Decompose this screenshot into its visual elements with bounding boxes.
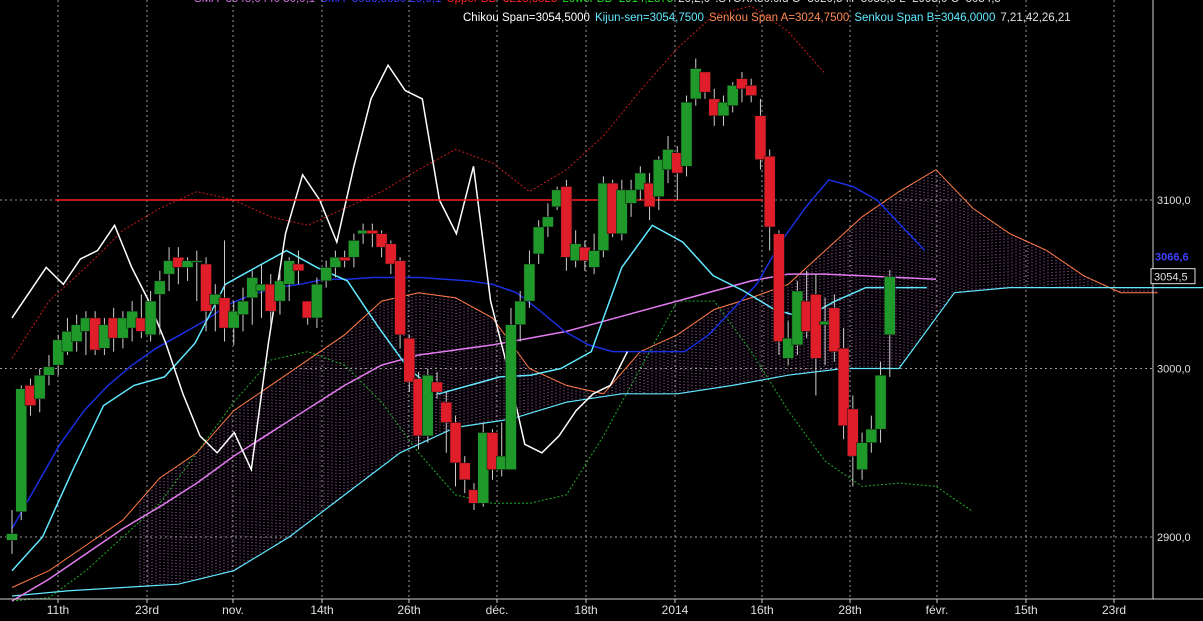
x-tick-label-0: 11th — [47, 603, 69, 617]
candle-body-81 — [754, 115, 767, 160]
candle-body-56 — [523, 263, 536, 302]
candle-body-4 — [43, 366, 55, 376]
candle-body-92 — [856, 442, 868, 470]
candle-body-0 — [6, 533, 18, 541]
candle-body-95 — [884, 276, 896, 336]
chart-grid — [0, 0, 1153, 599]
candle-body-25 — [237, 300, 249, 315]
candle-body-55 — [514, 300, 526, 325]
x-tick-label-8: 16th — [750, 603, 773, 617]
y-tick-label-1: 3000,0 — [1157, 364, 1191, 376]
candle-body-75 — [699, 71, 711, 93]
candle-body-15 — [144, 300, 157, 336]
candle-body-31 — [292, 263, 305, 272]
y-tick-label-0: 2900,0 — [1157, 532, 1191, 544]
x-tick-label-4: 26th — [397, 603, 420, 617]
x-tick-label-3: 14th — [310, 603, 333, 617]
candle-body-94 — [874, 374, 887, 430]
candle-body-87 — [810, 294, 822, 359]
candle-body-73 — [680, 102, 693, 167]
candle-body-54 — [505, 324, 517, 470]
candle-body-33 — [311, 284, 323, 319]
candle-body-47 — [440, 401, 453, 423]
candle-body-58 — [542, 216, 554, 228]
x-tick-label-2: nov. — [222, 603, 244, 617]
x-tick-label-6: 18th — [574, 603, 597, 617]
candle-body-82 — [763, 155, 776, 228]
candle-body-3 — [33, 374, 46, 400]
x-tick-label-12: 23rd — [1102, 603, 1126, 617]
price-marker-last: 3054,5 — [1154, 272, 1188, 284]
x-tick-label-1: 23rd — [135, 603, 159, 617]
ichimoku-price-chart: 11th 23rd nov. 14th 26th déc. 18th 2014 16th 28th… — [0, 0, 1203, 617]
y-tick-label-2: 3100,0 — [1157, 195, 1191, 207]
candle-body-1 — [15, 388, 27, 512]
candle-body-37 — [348, 240, 360, 258]
x-tick-label-11: 15th — [1014, 603, 1037, 617]
senkou-span-b-line — [11, 287, 1203, 597]
candle-body-49 — [459, 462, 471, 480]
candle-body-20 — [191, 260, 203, 263]
candle-body-63 — [588, 250, 600, 268]
candle-body-43 — [403, 337, 416, 383]
x-tick-label-7: 2014 — [662, 603, 689, 617]
candle-body-57 — [532, 226, 545, 255]
candle-body-36 — [338, 257, 351, 261]
x-tick-label-5: déc. — [486, 603, 509, 617]
candle-body-34 — [320, 267, 332, 282]
candle-body-48 — [449, 422, 462, 464]
price-marker-sma20: 3066,6 — [1155, 251, 1189, 263]
indicator-lines — [11, 5, 1203, 602]
candle-body-83 — [773, 233, 785, 342]
x-tick-label-10: févr. — [926, 603, 949, 617]
x-tick-label-9: 28th — [838, 603, 861, 617]
candle-body-42 — [394, 260, 406, 336]
candle-body-39 — [366, 230, 379, 234]
candle-body-89 — [828, 307, 841, 352]
upper-bollinger-band — [11, 5, 826, 359]
candle-body-93 — [865, 428, 878, 443]
kijun-sen-line — [11, 224, 927, 572]
candle-body-80 — [745, 85, 757, 96]
candle-body-16 — [154, 280, 166, 295]
candle-body-67 — [625, 189, 637, 204]
candle-body-46 — [431, 381, 443, 393]
